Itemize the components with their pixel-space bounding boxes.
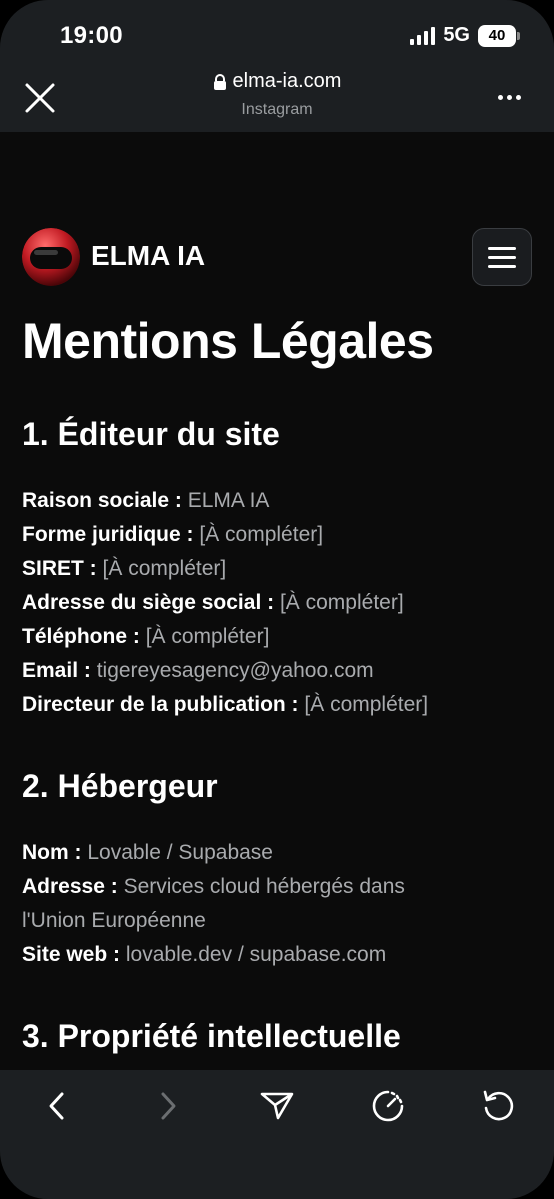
address-bar[interactable]: elma-ia.com Instagram [0,70,554,119]
status-time: 19:00 [60,22,123,49]
speed-icon [372,1090,404,1122]
reload-icon [483,1090,514,1121]
back-button[interactable] [35,1084,79,1128]
page-title: Mentions Légales [22,313,434,369]
info-row: Forme juridique : [À compléter] [22,523,324,546]
hamburger-icon [488,246,516,250]
site-header: ELMA IA [22,228,532,288]
chevron-right-icon [161,1092,176,1120]
battery-level: 40 [488,27,506,44]
info-row-email[interactable]: Email : tigereyesagency@yahoo.com [22,654,522,688]
send-icon [260,1092,294,1120]
browser-top-bar: 19:00 5G 40 elma-ia.com Instagram [0,0,554,132]
hebergeur-info: Nom : Lovable / Supabase Adresse : Servi… [22,836,472,972]
origin-app: Instagram [241,100,313,118]
more-button[interactable] [498,90,526,104]
info-row: Nom : Lovable / Supabase [22,841,273,864]
battery-icon: 40 [478,24,520,47]
url-text: elma-ia.com [232,70,342,92]
share-button[interactable] [255,1084,299,1128]
web-content: ELMA IA Mentions Légales 1. Éditeur du s… [0,132,554,1070]
reload-button[interactable] [476,1084,520,1128]
info-row: Téléphone : [À compléter] [22,625,270,648]
browser-bottom-toolbar [0,1070,554,1199]
chevron-left-icon [49,1092,64,1120]
section-title-propriete: 3. Propriété intellectuelle [22,1018,401,1054]
brand-name[interactable]: ELMA IA [91,240,205,272]
status-indicators: 5G 40 [410,24,520,47]
info-row-website[interactable]: Site web : lovable.dev / supabase.com [22,938,472,972]
section-title-editeur: 1. Éditeur du site [22,416,280,452]
speed-button[interactable] [366,1084,410,1128]
signal-icon [410,26,436,45]
section-title-hebergeur: 2. Hébergeur [22,768,218,804]
more-icon [498,94,503,100]
helmet-logo-icon [22,228,80,286]
editeur-info: Raison sociale : ELMA IA Forme juridique… [22,484,522,722]
info-row: SIRET : [À compléter] [22,557,227,580]
forward-button[interactable] [146,1084,190,1128]
info-row: Adresse du siège social : [À compléter] [22,591,404,614]
phone-screen: 19:00 5G 40 elma-ia.com Instagram ELMA I… [0,0,554,1199]
lock-icon [213,73,226,90]
info-row: Directeur de la publication : [À complét… [22,693,429,716]
network-type: 5G [443,24,470,46]
info-row: Raison sociale : ELMA IA [22,489,270,512]
brand-logo[interactable] [22,228,80,286]
menu-button[interactable] [472,228,532,286]
info-row: Adresse : Services cloud hébergés dans l… [22,875,405,932]
